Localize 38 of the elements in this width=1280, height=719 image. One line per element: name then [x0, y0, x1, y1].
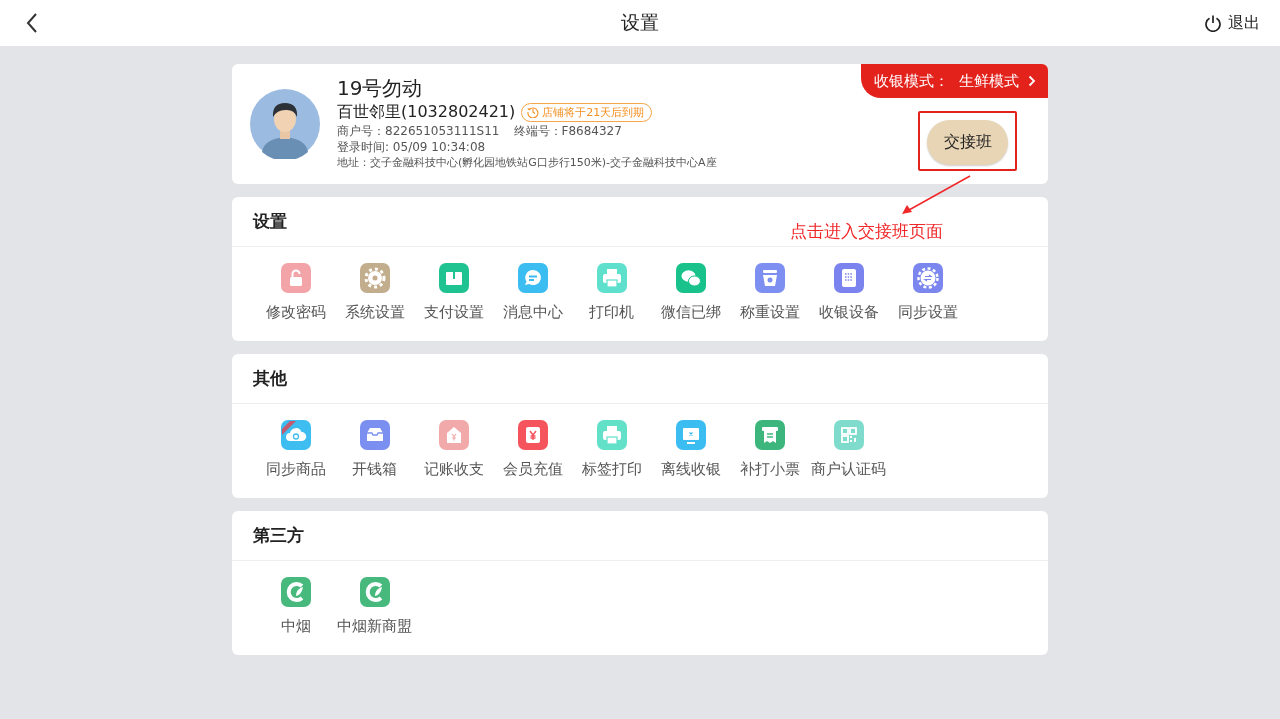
menu-item[interactable]: 修改密码 — [256, 263, 335, 325]
logout-button[interactable]: 退出 — [1204, 12, 1260, 34]
menu-item[interactable]: 支付设置 — [414, 263, 493, 325]
section-title: 其他 — [253, 367, 287, 390]
menu-item[interactable]: 商户认证码 — [809, 420, 888, 482]
page-title: 设置 — [621, 11, 659, 33]
menu-item[interactable]: 会员充值 — [493, 420, 572, 482]
menu-item[interactable]: 开钱箱 — [335, 420, 414, 482]
avatar — [250, 89, 320, 159]
address-text: 地址：交子金融科技中心(孵化园地铁站G口步行150米)-交子金融科技中心A座 — [337, 155, 717, 171]
power-icon — [1204, 14, 1222, 32]
store-name: 百世邻里(1032802421) — [337, 101, 516, 123]
back-icon[interactable] — [25, 12, 39, 34]
user-name: 19号勿动 — [337, 75, 424, 101]
menu-item[interactable]: 同步设置 — [888, 263, 967, 325]
menu-item[interactable]: 记账收支 — [414, 420, 493, 482]
menu-item[interactable]: 收银设备 — [809, 263, 888, 325]
clock-icon — [527, 106, 540, 118]
menu-item[interactable]: 打印机 — [572, 263, 651, 325]
menu-item[interactable]: 消息中心 — [493, 263, 572, 325]
login-time: 登录时间: 05/09 10:34:08 — [337, 139, 486, 155]
checkout-mode-button[interactable]: 收银模式： 生鲜模式 — [861, 64, 1048, 98]
menu-item[interactable]: 系统设置 — [335, 263, 414, 325]
merchant-number: 商户号：822651053111S11 — [337, 123, 500, 139]
menu-item[interactable]: 离线收银 — [651, 420, 730, 482]
chevron-right-icon — [1028, 75, 1036, 87]
menu-item[interactable]: 微信已绑 — [651, 263, 730, 325]
menu-item[interactable]: 称重设置 — [730, 263, 809, 325]
menu-item[interactable]: 同步商品 — [256, 420, 335, 482]
menu-item[interactable]: 中烟新商盟 — [335, 577, 414, 639]
section-title: 设置 — [253, 210, 287, 233]
terminal-number: 终端号：F8684327 — [513, 123, 622, 139]
section-title: 第三方 — [253, 524, 304, 547]
menu-item[interactable]: 标签打印 — [572, 420, 651, 482]
annotation-text: 点击进入交接班页面 — [790, 220, 943, 243]
menu-item[interactable]: 中烟 — [256, 577, 335, 639]
menu-item[interactable]: 补打小票 — [730, 420, 809, 482]
shift-handover-button[interactable]: 交接班 — [927, 120, 1008, 165]
